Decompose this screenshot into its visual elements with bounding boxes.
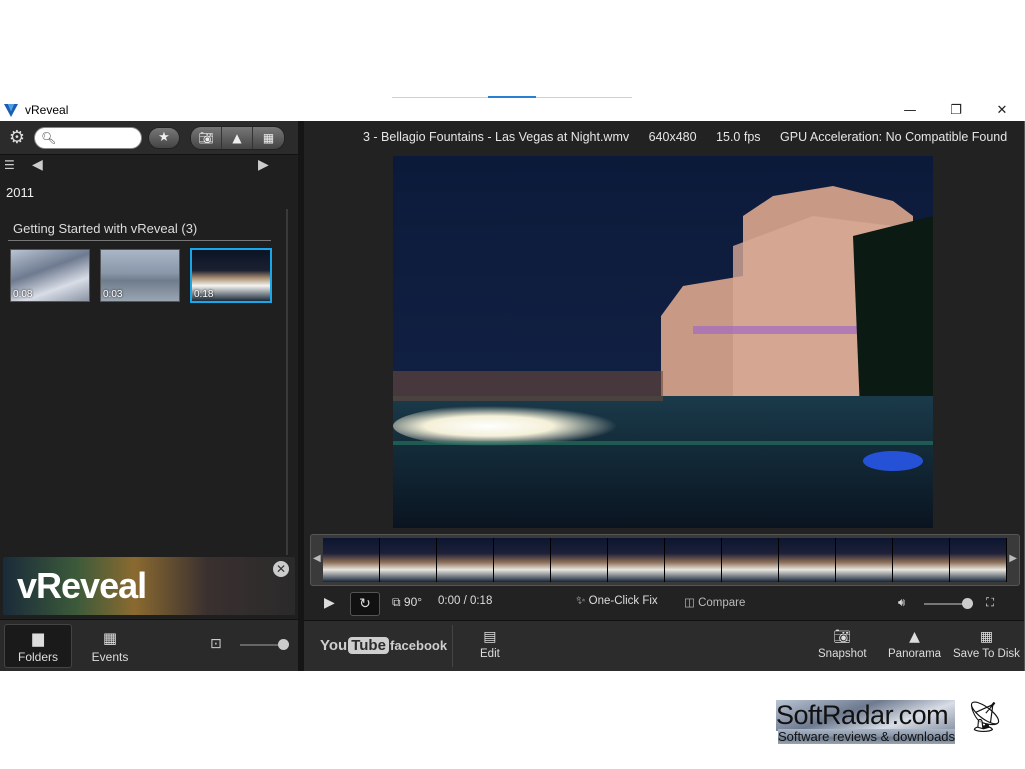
group-title[interactable]: Getting Started with vReveal (3)	[13, 221, 197, 236]
filmstrip-frame[interactable]	[494, 538, 551, 582]
settings-gear-icon[interactable]: ⚙	[6, 127, 28, 149]
panorama-icon: ▲	[909, 629, 920, 645]
softradar-brand: SoftRadar.com	[776, 700, 956, 731]
filmstrip-frame[interactable]	[665, 538, 722, 582]
filmstrip-left-arrow-icon[interactable]: ◀	[313, 553, 321, 564]
filmstrip-right-arrow-icon[interactable]: ▶	[1009, 553, 1017, 564]
search-input[interactable]: 🔍︎	[34, 126, 142, 149]
library-toolbar: ⚙ 🔍︎ ★ 📷︎ ▲ ▦	[0, 121, 298, 155]
window-title: vReveal	[25, 103, 69, 117]
video-frame-image	[393, 156, 933, 528]
video-filter-film-icon[interactable]: ▦	[253, 126, 284, 149]
compare-icon: ◫	[684, 597, 699, 609]
folders-button[interactable]: ▆ Folders	[4, 624, 72, 668]
vreveal-logo-icon	[4, 104, 18, 117]
prev-arrow-icon[interactable]: ◀	[32, 157, 43, 173]
video-filename: 3 - Bellagio Fountains - Las Vegas at Ni…	[363, 130, 630, 144]
banner-logo-text: vReveal	[17, 565, 147, 606]
loading-indicator	[392, 96, 632, 98]
video-thumbnail[interactable]: 0:03	[100, 249, 180, 302]
filmstrip-frame[interactable]	[323, 538, 380, 582]
volume-slider-knob[interactable]	[962, 598, 974, 609]
minimize-button[interactable]: —	[887, 99, 933, 121]
youtube-share-button[interactable]: You Tube	[320, 637, 389, 654]
folder-icon: ▆	[32, 628, 44, 647]
video-thumbnail-selected[interactable]: 0:18	[190, 248, 272, 303]
screenshot-page: vReveal — ❐ ✕ ⚙ 🔍︎ ★ 📷︎ ▲ ▦ ☰ ◀ ▶ 2011 G…	[0, 0, 1025, 769]
vreveal-banner: vReveal ✕	[3, 557, 295, 615]
media-filter-group: 📷︎ ▲ ▦	[190, 125, 285, 150]
rotate-icon: ⧉	[392, 595, 404, 609]
photo-filter-camera-icon[interactable]: 📷︎	[191, 126, 222, 149]
panorama-button[interactable]: ▲ Panorama	[888, 629, 941, 660]
filmstrip-frame[interactable]	[779, 538, 836, 582]
panorama-filter-icon[interactable]: ▲	[222, 126, 253, 149]
loop-icon[interactable]: ↻	[350, 592, 380, 616]
timeline-filmstrip[interactable]: ◀ ▶	[310, 534, 1020, 586]
thumbnail-size-slider-knob[interactable]	[278, 639, 290, 650]
snapshot-button[interactable]: 📷︎ Snapshot	[818, 629, 867, 660]
video-info-bar: 3 - Bellagio Fountains - Las Vegas at Ni…	[363, 130, 1023, 144]
facebook-share-button[interactable]: facebook	[390, 638, 447, 653]
video-thumbnail[interactable]: 0:08	[10, 249, 90, 302]
filmstrip-frame[interactable]	[551, 538, 608, 582]
banner-close-icon[interactable]: ✕	[273, 561, 289, 577]
close-window-button[interactable]: ✕	[979, 99, 1025, 121]
softradar-tagline: Software reviews & downloads	[778, 729, 956, 744]
app-window: vReveal — ❐ ✕ ⚙ 🔍︎ ★ 📷︎ ▲ ▦ ☰ ◀ ▶ 2011 G…	[0, 99, 1025, 671]
filmstrip-frame[interactable]	[722, 538, 779, 582]
edit-button[interactable]: ▤ Edit	[480, 629, 500, 660]
fullscreen-icon[interactable]: ⛶	[986, 595, 994, 610]
thumbnail-zoom-icon: ⊡	[210, 636, 222, 652]
one-click-fix-button[interactable]: ✨︎ One-Click Fix	[576, 595, 658, 608]
video-resolution: 640x480	[648, 130, 697, 144]
thumbnail-duration: 0:08	[13, 289, 33, 300]
search-icon: 🔍︎	[41, 130, 57, 145]
next-arrow-icon[interactable]: ▶	[258, 157, 269, 173]
playback-controls: ▶ ↻ ⧉ 90° 0:00 / 0:18 ✨︎ One-Click Fix ◫…	[304, 591, 1024, 619]
film-icon: ▦	[979, 629, 994, 645]
compare-button[interactable]: ◫ Compare	[684, 595, 745, 609]
library-scrollbar[interactable]	[286, 209, 288, 555]
thumbnail-duration: 0:18	[194, 289, 214, 300]
thumbnail-duration: 0:03	[103, 289, 123, 300]
video-fps: 15.0 fps	[716, 130, 761, 144]
player-panel: 3 - Bellagio Fountains - Las Vegas at Ni…	[304, 121, 1024, 671]
edit-icon: ▤	[483, 629, 497, 645]
save-to-disk-button[interactable]: ▦ Save To Disk	[953, 629, 1020, 660]
gpu-status: GPU Acceleration: No Compatible Found	[780, 130, 1008, 144]
filmstrip-frame[interactable]	[437, 538, 494, 582]
group-divider	[8, 240, 271, 241]
library-nav: ☰ ◀ ▶	[0, 155, 298, 177]
play-icon[interactable]: ▶	[324, 595, 335, 611]
title-bar: vReveal — ❐ ✕	[0, 99, 1025, 121]
camera-icon: 📷︎	[833, 629, 852, 645]
action-bar: You Tube facebook ▤ Edit 📷︎ Snapshot ▲ Pa…	[304, 620, 1024, 671]
softradar-watermark: SoftRadar.com Software reviews & downloa…	[776, 700, 956, 744]
filmstrip-frame[interactable]	[380, 538, 437, 582]
rotate-button[interactable]: ⧉ 90°	[392, 595, 422, 610]
events-grid-icon: ▦	[102, 628, 118, 647]
tree-view-icon[interactable]: ☰	[4, 158, 15, 172]
library-bottom-bar: ▆ Folders ▦ Events ⊡	[0, 619, 298, 671]
playback-time: 0:00 / 0:18	[438, 595, 493, 607]
year-header: 2011	[6, 185, 34, 200]
filmstrip-frame[interactable]	[893, 538, 950, 582]
magic-wand-icon: ✨︎	[576, 595, 589, 607]
satellite-dish-icon: 📡︎	[966, 700, 1005, 735]
library-panel: ⚙ 🔍︎ ★ 📷︎ ▲ ▦ ☰ ◀ ▶ 2011 Getting Started…	[0, 121, 298, 671]
thumbnail-list: 0:08 0:03 0:18	[10, 248, 272, 303]
video-preview[interactable]	[393, 156, 933, 528]
restore-button[interactable]: ❐	[933, 99, 979, 121]
volume-icon[interactable]: 🔊︎	[898, 595, 905, 610]
filmstrip-frame[interactable]	[608, 538, 665, 582]
filmstrip-frame[interactable]	[836, 538, 893, 582]
filmstrip-frames	[323, 538, 1007, 582]
events-button[interactable]: ▦ Events	[76, 624, 144, 668]
filmstrip-frame[interactable]	[950, 538, 1007, 582]
favorites-star-button[interactable]: ★	[148, 126, 180, 149]
action-bar-divider	[452, 625, 453, 667]
